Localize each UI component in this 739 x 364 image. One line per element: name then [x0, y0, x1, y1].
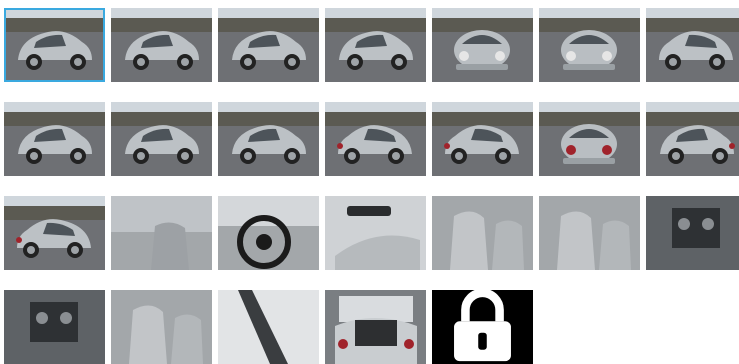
car-photo — [4, 102, 105, 176]
gallery-thumbnail[interactable] — [218, 290, 319, 364]
gallery-thumbnail[interactable] — [325, 196, 426, 270]
car-photo — [4, 8, 105, 82]
gallery-thumbnail[interactable] — [4, 196, 105, 270]
gallery-thumbnail[interactable] — [111, 8, 212, 82]
car-photo — [218, 102, 319, 176]
gallery-thumbnail[interactable] — [4, 290, 105, 364]
gallery-thumbnail[interactable] — [646, 8, 739, 82]
car-photo — [432, 8, 533, 82]
locked-more-photos-tile[interactable] — [432, 290, 533, 364]
gallery-thumbnail[interactable] — [218, 8, 319, 82]
car-photo — [4, 196, 105, 270]
gallery-thumbnail[interactable] — [111, 290, 212, 364]
car-photo — [111, 196, 212, 270]
gallery-thumbnail[interactable] — [111, 102, 212, 176]
gallery-thumbnail[interactable] — [111, 196, 212, 270]
car-photo — [325, 8, 426, 82]
car-photo — [325, 102, 426, 176]
gallery-thumbnail[interactable] — [646, 102, 739, 176]
car-photo — [4, 290, 105, 364]
gallery-thumbnail[interactable] — [539, 102, 640, 176]
photo-gallery — [4, 8, 739, 364]
car-photo — [325, 290, 426, 364]
gallery-thumbnail[interactable] — [218, 102, 319, 176]
gallery-thumbnail[interactable] — [432, 102, 533, 176]
car-photo — [218, 196, 319, 270]
gallery-thumbnail[interactable] — [646, 196, 739, 270]
car-photo — [325, 196, 426, 270]
car-photo — [218, 290, 319, 364]
gallery-thumbnail[interactable] — [325, 102, 426, 176]
car-photo — [111, 102, 212, 176]
gallery-thumbnail[interactable] — [325, 8, 426, 82]
gallery-thumbnail[interactable] — [218, 196, 319, 270]
lock-icon — [454, 290, 511, 362]
car-photo — [539, 196, 640, 270]
gallery-thumbnail[interactable] — [432, 8, 533, 82]
gallery-thumbnail[interactable] — [4, 102, 105, 176]
car-photo — [539, 8, 640, 82]
gallery-thumbnail[interactable] — [539, 8, 640, 82]
gallery-thumbnail[interactable] — [539, 196, 640, 270]
car-photo — [646, 102, 739, 176]
car-photo — [646, 196, 739, 270]
car-photo — [111, 290, 212, 364]
car-photo — [111, 8, 212, 82]
car-photo — [218, 8, 319, 82]
gallery-thumbnail[interactable] — [325, 290, 426, 364]
car-photo — [646, 8, 739, 82]
car-photo — [539, 102, 640, 176]
gallery-thumbnail[interactable] — [4, 8, 105, 82]
gallery-thumbnail[interactable] — [432, 196, 533, 270]
car-photo — [432, 196, 533, 270]
car-photo — [432, 102, 533, 176]
